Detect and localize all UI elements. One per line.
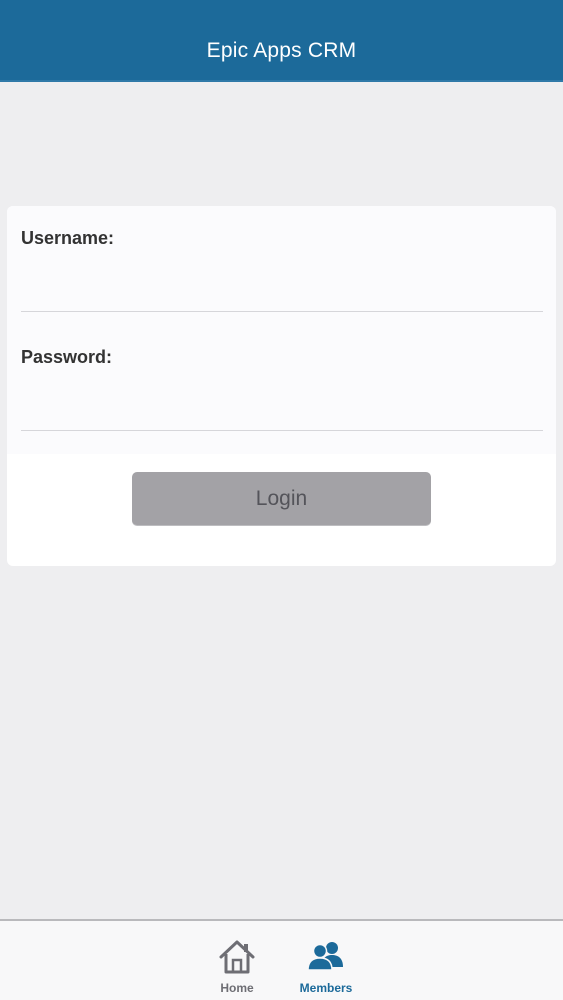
app-title: Epic Apps CRM — [206, 39, 357, 62]
app-header: Epic Apps CRM — [0, 0, 563, 82]
password-field[interactable] — [21, 391, 543, 431]
tab-home[interactable]: Home — [202, 939, 272, 999]
login-form: Username: Password: Login — [7, 206, 556, 566]
tab-members[interactable]: Members — [291, 939, 361, 999]
login-button[interactable]: Login — [132, 472, 431, 525]
members-icon — [307, 942, 343, 971]
tab-members-label: Members — [299, 981, 353, 995]
home-icon — [219, 940, 255, 974]
password-label: Password: — [21, 347, 113, 367]
fields-area: Username: Password: — [7, 206, 556, 454]
tab-bar: Home Members — [0, 919, 563, 1000]
tab-home-label: Home — [220, 981, 254, 995]
username-field[interactable] — [21, 272, 543, 312]
username-label: Username: — [21, 228, 115, 248]
